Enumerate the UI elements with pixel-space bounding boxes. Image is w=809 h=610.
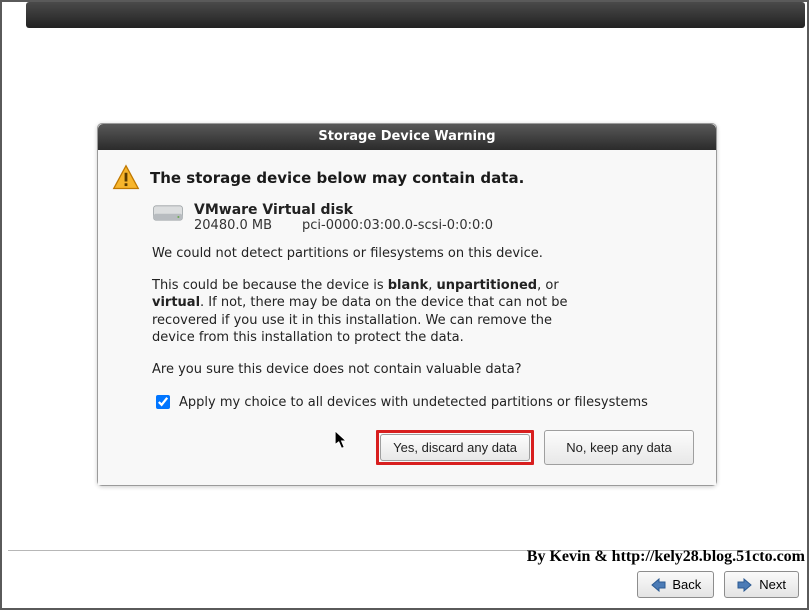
disk-name: VMware Virtual disk [194, 202, 493, 218]
no-keep-button[interactable]: No, keep any data [544, 430, 694, 465]
p2-bold-blank: blank [388, 278, 428, 293]
next-label: Next [759, 577, 786, 592]
window-top-bar [26, 2, 805, 28]
disk-path: pci-0000:03:00.0-scsi-0:0:0:0 [302, 218, 493, 233]
back-button[interactable]: Back [637, 571, 714, 598]
yes-discard-button[interactable]: Yes, discard any data [380, 434, 530, 461]
back-label: Back [672, 577, 701, 592]
dialog-paragraph-3: Are you sure this device does not contai… [152, 361, 700, 379]
dialog-body: The storage device below may contain dat… [98, 150, 716, 485]
dialog-heading-row: The storage device below may contain dat… [112, 164, 700, 192]
apply-all-label: Apply my choice to all devices with unde… [179, 395, 648, 410]
arrow-left-icon [650, 578, 666, 592]
dialog-title: Storage Device Warning [98, 124, 716, 150]
storage-warning-dialog: Storage Device Warning The storage devic… [97, 123, 717, 486]
apply-all-checkbox[interactable] [156, 395, 170, 409]
p2-text-a: This could be because the device is [152, 278, 388, 293]
nav-button-row: Back Next [637, 571, 799, 598]
p2-bold-virtual: virtual [152, 295, 200, 310]
apply-all-row: Apply my choice to all devices with unde… [152, 392, 700, 412]
arrow-right-icon [737, 578, 753, 592]
hard-disk-icon [152, 202, 184, 228]
footer-area: By Kevin & http://kely28.blog.51cto.com … [0, 550, 809, 610]
disk-info-row: VMware Virtual disk 20480.0 MB pci-0000:0… [152, 202, 700, 233]
p2-bold-unpartitioned: unpartitioned [436, 278, 537, 293]
main-stage: 苏 Storage Device Warning The storage dev… [2, 30, 807, 550]
p2-text-g: . If not, there may be data on the devic… [152, 295, 568, 345]
attribution-text: By Kevin & http://kely28.blog.51cto.com [527, 548, 805, 566]
p2-text-e: , or [537, 278, 559, 293]
dialog-paragraph-1: We could not detect partitions or filesy… [152, 245, 700, 263]
disk-size: 20480.0 MB [194, 218, 272, 233]
warning-icon [112, 164, 140, 192]
disk-details: 20480.0 MB pci-0000:03:00.0-scsi-0:0:0:0 [194, 218, 493, 233]
dialog-button-row: Yes, discard any data No, keep any data [112, 430, 694, 465]
next-button[interactable]: Next [724, 571, 799, 598]
highlighted-choice: Yes, discard any data [376, 430, 534, 465]
dialog-heading-text: The storage device below may contain dat… [150, 169, 524, 187]
dialog-paragraph-2: This could be because the device is blan… [152, 277, 582, 347]
